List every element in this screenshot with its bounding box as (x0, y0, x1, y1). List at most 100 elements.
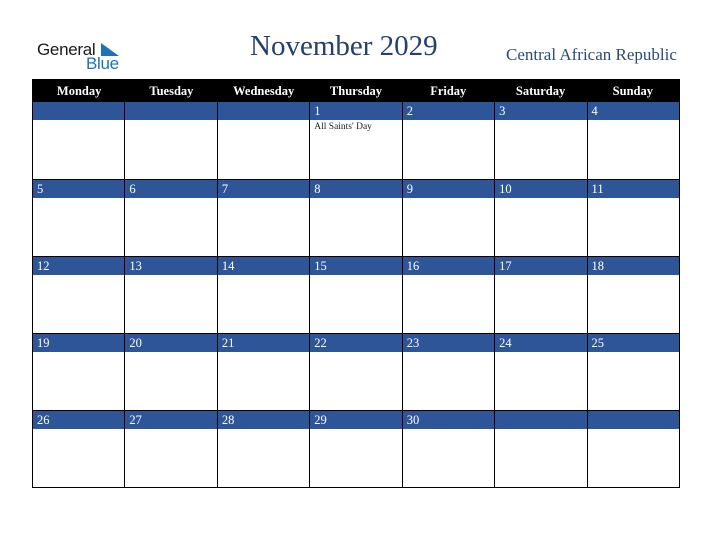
day-number: 23 (402, 334, 495, 352)
generalblue-logo: General Blue (37, 40, 127, 74)
day-cell[interactable]: 22 (310, 333, 403, 410)
weekday-header: Saturday (515, 84, 566, 98)
day-number: 5 (33, 180, 125, 198)
day-number: 1 (310, 102, 402, 120)
holiday-label (33, 120, 124, 122)
holiday-label (403, 275, 494, 277)
calendar-grid: Monday Tuesday Wednesday Thursday Friday… (32, 79, 680, 488)
holiday-label (218, 275, 309, 277)
day-cell[interactable]: 17 (495, 256, 588, 333)
weekday-header: Tuesday (149, 84, 194, 98)
day-cell[interactable]: 7 (217, 179, 311, 256)
day-number (495, 411, 587, 429)
day-number: 17 (495, 257, 587, 275)
day-number: 22 (310, 334, 402, 352)
holiday-label (125, 120, 216, 122)
day-cell[interactable]: 25 (587, 333, 679, 410)
holiday-label (588, 275, 679, 277)
day-cell[interactable]: 6 (125, 179, 218, 256)
holiday-label (403, 120, 494, 122)
day-cell[interactable] (125, 102, 218, 179)
day-number: 16 (402, 257, 495, 275)
week-row: 12 13 14 15 16 17 18 (33, 256, 679, 333)
day-cell[interactable]: 12 (33, 256, 126, 333)
day-cell[interactable]: 4 (587, 102, 679, 179)
day-cell[interactable]: 24 (495, 333, 588, 410)
day-number: 29 (310, 411, 402, 429)
holiday-label (218, 198, 309, 200)
day-cell[interactable]: 8 (310, 179, 403, 256)
holiday-label (588, 429, 679, 431)
holiday-label (495, 120, 586, 122)
day-number: 2 (402, 102, 495, 120)
day-cell[interactable]: 21 (217, 333, 311, 410)
holiday-label (125, 198, 216, 200)
weekday-header: Sunday (612, 84, 653, 98)
day-number: 20 (125, 334, 217, 352)
day-number: 4 (587, 102, 679, 120)
day-number: 10 (495, 180, 587, 198)
day-cell[interactable]: 30 (402, 410, 496, 487)
holiday-label (125, 352, 216, 354)
weekday-header: Friday (430, 84, 467, 98)
holiday-label (310, 429, 401, 431)
week-row: 26 27 28 29 30 (33, 410, 679, 487)
day-cell[interactable]: 27 (125, 410, 218, 487)
holiday-label (403, 429, 494, 431)
day-number: 26 (33, 411, 125, 429)
logo-text-blue: Blue (86, 54, 119, 73)
day-number: 28 (217, 411, 310, 429)
day-number: 3 (495, 102, 587, 120)
day-number: 11 (587, 180, 679, 198)
day-number: 14 (217, 257, 310, 275)
day-cell[interactable] (217, 102, 311, 179)
day-cell[interactable]: 16 (402, 256, 496, 333)
day-number: 9 (402, 180, 495, 198)
calendar-title: November 2029 (250, 30, 438, 62)
day-cell[interactable]: 11 (587, 179, 679, 256)
day-cell[interactable]: 29 (310, 410, 403, 487)
holiday-label (588, 120, 679, 122)
holiday-label (588, 198, 679, 200)
day-cell[interactable]: 23 (402, 333, 496, 410)
day-cell[interactable]: 28 (217, 410, 311, 487)
holiday-label (310, 275, 401, 277)
day-cell[interactable]: 20 (125, 333, 218, 410)
week-row: 1 All Saints' Day 2 3 4 (33, 102, 679, 179)
holiday-label (218, 352, 309, 354)
day-number: 6 (125, 180, 217, 198)
day-cell[interactable] (587, 410, 679, 487)
holiday-label (218, 120, 309, 122)
holiday-label (33, 429, 124, 431)
day-cell[interactable]: 2 (402, 102, 496, 179)
holiday-label (125, 275, 216, 277)
day-cell[interactable] (495, 410, 588, 487)
holiday-label (218, 429, 309, 431)
holiday-label (588, 352, 679, 354)
day-cell[interactable]: 3 (495, 102, 588, 179)
holiday-label (33, 352, 124, 354)
holiday-label (310, 352, 401, 354)
day-cell[interactable]: 18 (587, 256, 679, 333)
day-cell[interactable]: 5 (33, 179, 126, 256)
day-cell[interactable]: 1 All Saints' Day (310, 102, 403, 179)
day-number: 15 (310, 257, 402, 275)
day-cell[interactable]: 10 (495, 179, 588, 256)
day-cell[interactable]: 19 (33, 333, 126, 410)
day-number: 13 (125, 257, 217, 275)
day-cell[interactable] (33, 102, 126, 179)
day-cell[interactable]: 9 (402, 179, 496, 256)
day-cell[interactable]: 26 (33, 410, 126, 487)
day-number: 7 (217, 180, 310, 198)
holiday-label (495, 275, 586, 277)
holiday-label (495, 429, 586, 431)
holiday-label (403, 352, 494, 354)
day-cell[interactable]: 13 (125, 256, 218, 333)
day-number: 21 (217, 334, 310, 352)
day-cell[interactable]: 14 (217, 256, 311, 333)
day-number: 25 (587, 334, 679, 352)
day-cell[interactable]: 15 (310, 256, 403, 333)
holiday-label (33, 275, 124, 277)
day-number: 27 (125, 411, 217, 429)
weekday-header: Monday (56, 84, 102, 98)
